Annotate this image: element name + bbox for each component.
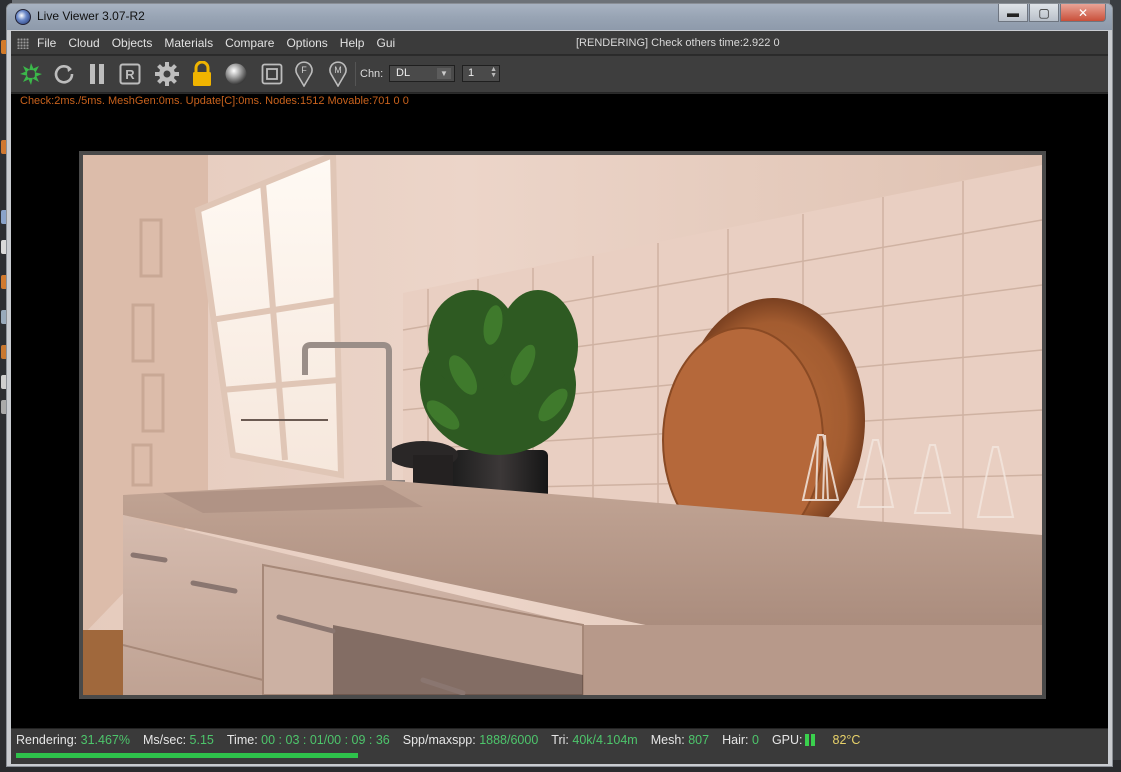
menu-help[interactable]: Help: [340, 36, 365, 50]
rendering-value: 31.467%: [80, 733, 130, 747]
maximize-button[interactable]: ▢: [1029, 4, 1059, 22]
channel-select[interactable]: DL ▼: [389, 65, 455, 82]
channel-select-value: DL: [396, 67, 411, 79]
close-button[interactable]: ✕: [1060, 4, 1106, 22]
stepper-arrows-icon[interactable]: ▲ ▼: [490, 66, 497, 79]
number-stepper[interactable]: 1 ▲ ▼: [462, 65, 500, 82]
pause-icon[interactable]: [85, 61, 109, 87]
menu-file[interactable]: File: [37, 36, 56, 50]
gpu-usage-icon: [804, 733, 815, 747]
spp-label: Spp/maxspp:: [402, 733, 476, 747]
settings-gear-icon[interactable]: [153, 61, 181, 87]
render-viewport[interactable]: Check:2ms./5ms. MeshGen:0ms. Update[C]:0…: [11, 94, 1108, 728]
menu-objects[interactable]: Objects: [112, 36, 153, 50]
menu-cloud[interactable]: Cloud: [68, 36, 99, 50]
region-render-icon[interactable]: R: [117, 61, 143, 87]
render-frame: [79, 151, 1046, 699]
gpu-label: GPU:: [771, 733, 803, 747]
spp-value: 1888/6000: [479, 733, 539, 747]
hair-value: 0: [751, 733, 759, 747]
menu-grip-icon[interactable]: [17, 38, 29, 49]
tri-label: Tri:: [551, 733, 569, 747]
pin-f-label: F: [301, 65, 307, 75]
window-title: Live Viewer 3.07-R2: [37, 9, 145, 23]
render-progress-fill: [16, 753, 359, 758]
render-status-text: [RENDERING] Check others time:2.922 0: [576, 37, 780, 49]
mesh-value: 807: [688, 733, 710, 747]
material-ball-icon[interactable]: [223, 61, 249, 87]
start-render-icon[interactable]: [17, 61, 45, 87]
pin-m-label: M: [334, 65, 342, 75]
mssec-label: Ms/sec:: [143, 733, 187, 747]
pin-m-icon[interactable]: M: [327, 61, 349, 87]
menu-bar: File Cloud Objects Materials Compare Opt…: [11, 31, 1108, 55]
time-label: Time:: [226, 733, 258, 747]
chevron-down-icon[interactable]: ▼: [437, 68, 451, 79]
number-stepper-value: 1: [468, 67, 475, 79]
client-area: File Cloud Objects Materials Compare Opt…: [11, 31, 1108, 764]
gpu-temperature: 82°C: [832, 733, 861, 747]
toolbar: R F M Chn: DL ▼ 1 ▲ ▼: [11, 56, 1108, 93]
rendering-label: Rendering:: [16, 733, 78, 747]
time-value: 00 : 03 : 01/00 : 09 : 36: [261, 733, 390, 747]
stats-readout: Check:2ms./5ms. MeshGen:0ms. Update[C]:0…: [20, 95, 409, 107]
app-logo-icon: [15, 9, 31, 25]
channel-label: Chn:: [360, 68, 384, 80]
menu-compare[interactable]: Compare: [225, 36, 274, 50]
tri-value: 40k/4.104m: [572, 733, 638, 747]
title-bar[interactable]: Live Viewer 3.07-R2 ▬ ▢ ✕: [7, 4, 1112, 30]
mssec-value: 5.15: [189, 733, 214, 747]
render-progress-bar: [16, 753, 1104, 758]
restart-icon[interactable]: [51, 61, 77, 87]
minimize-button[interactable]: ▬: [998, 4, 1028, 22]
menu-gui[interactable]: Gui: [376, 36, 395, 50]
render-image[interactable]: [83, 155, 1042, 695]
region-letter: R: [125, 67, 135, 82]
lock-icon[interactable]: [189, 61, 215, 87]
hair-label: Hair:: [722, 733, 749, 747]
toolbar-separator: [355, 62, 356, 86]
menu-materials[interactable]: Materials: [164, 36, 213, 50]
mesh-label: Mesh:: [650, 733, 685, 747]
region-box-icon[interactable]: [259, 61, 285, 87]
live-viewer-window: Live Viewer 3.07-R2 ▬ ▢ ✕ File Cloud Obj…: [6, 3, 1113, 767]
pin-f-icon[interactable]: F: [293, 61, 315, 87]
status-bar: Rendering: 31.467% Ms/sec: 5.15 Time: 00…: [11, 728, 1108, 764]
menu-options[interactable]: Options: [286, 36, 327, 50]
